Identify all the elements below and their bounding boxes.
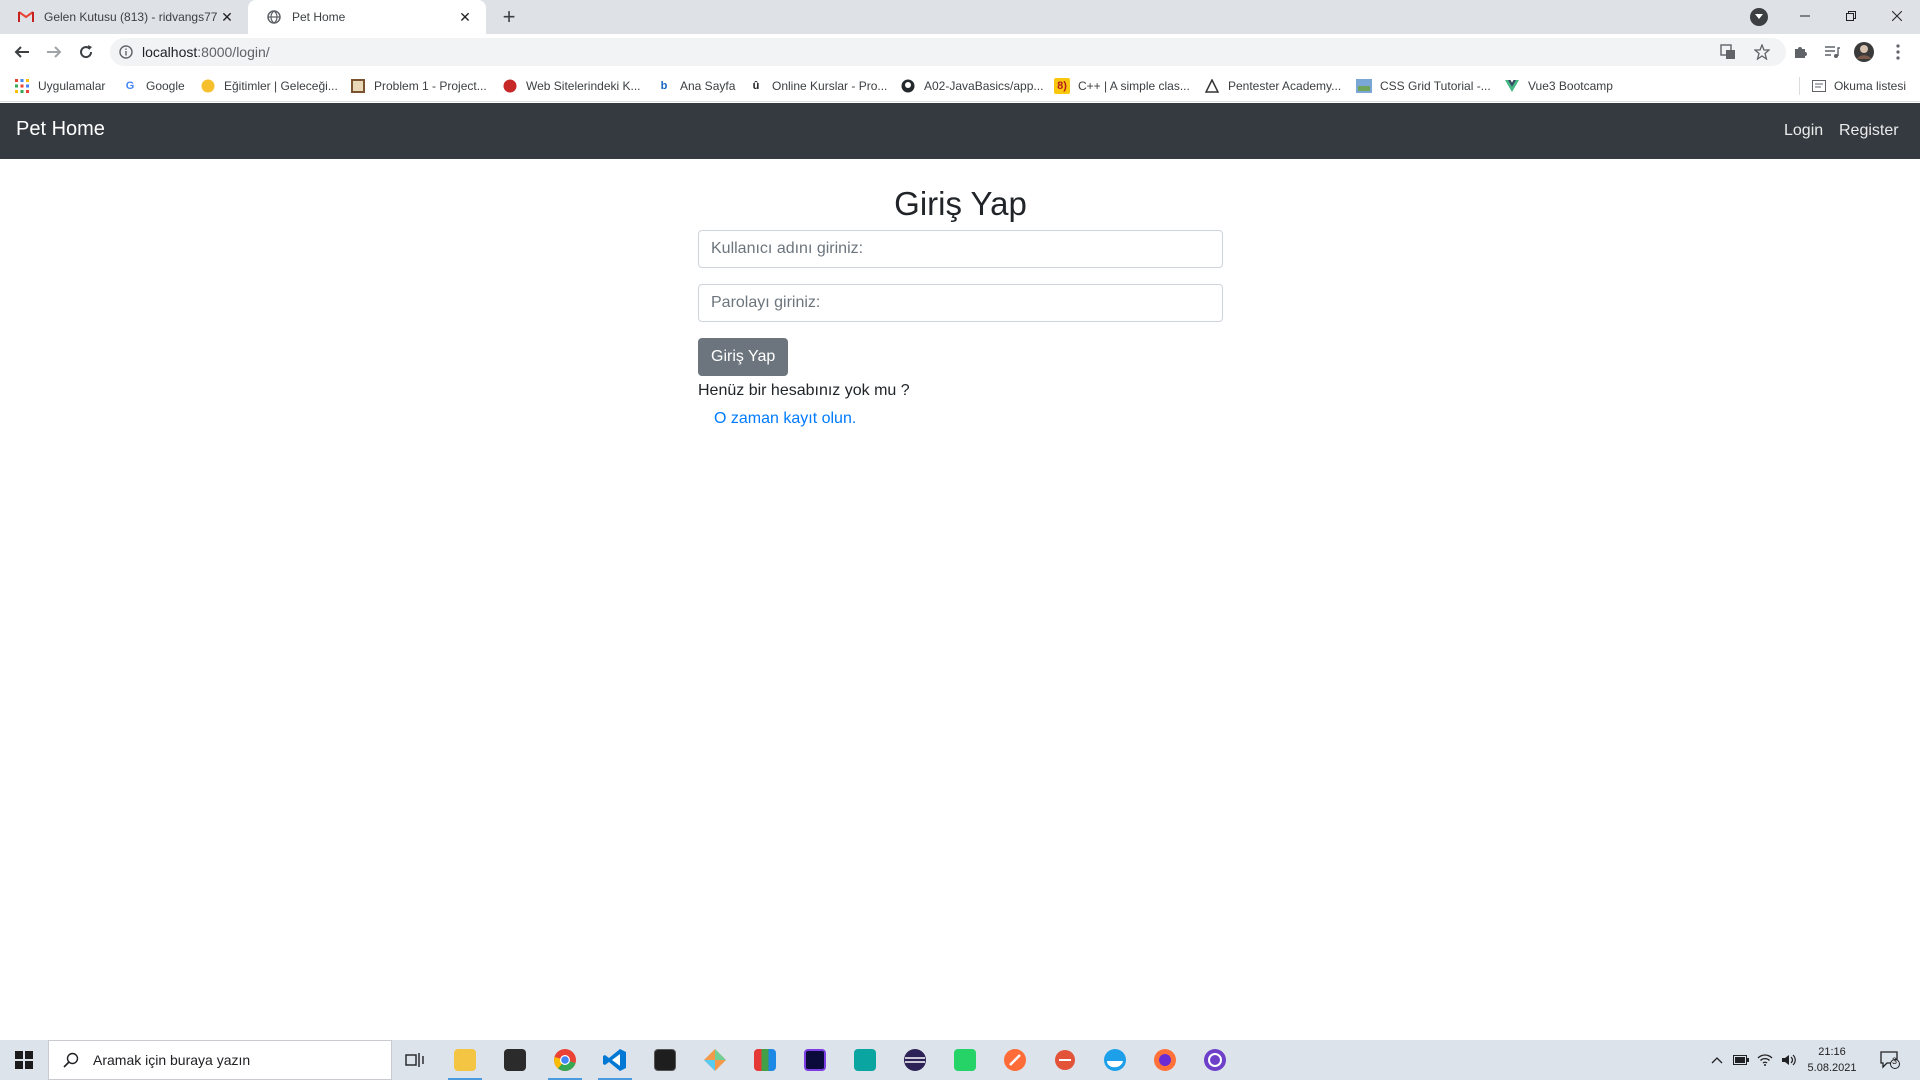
bolt-app-icon[interactable]	[842, 1040, 888, 1080]
app-navbar: Pet Home Login Register	[0, 103, 1920, 159]
new-tab-plus-icon[interactable]: +	[497, 4, 521, 29]
login-form: Giriş Yap Giriş Yap Henüz bir hesabınız …	[698, 180, 1223, 428]
translate-icon[interactable]	[1716, 40, 1740, 64]
extensions-puzzle-icon[interactable]	[1788, 40, 1812, 64]
site-info-icon[interactable]	[118, 44, 134, 60]
windows-taskbar: Aramak için buraya yazın 21:16 5.08.2021…	[0, 1040, 1920, 1080]
bookmark-item[interactable]: 8) C++ | A simple clas...	[1054, 76, 1190, 96]
udemy-icon: û	[752, 80, 760, 92]
tab-search-icon[interactable]	[1750, 8, 1768, 26]
gmail-icon	[18, 9, 34, 25]
red-mask-icon	[502, 78, 518, 94]
bookmark-item[interactable]: Vue3 Bootcamp	[1504, 76, 1613, 96]
globe-icon	[266, 9, 282, 25]
url-path: :8000/login/	[197, 44, 270, 60]
docker-icon[interactable]	[1092, 1040, 1138, 1080]
pentester-icon	[1204, 78, 1220, 94]
tab-gmail[interactable]: Gelen Kutusu (813) - ridvangs77@ ✕	[0, 0, 248, 34]
vscode-icon[interactable]	[592, 1040, 638, 1080]
reading-list-icon	[1811, 79, 1826, 93]
nav-login-link[interactable]: Login	[1784, 122, 1823, 140]
minimize-icon[interactable]	[1782, 0, 1828, 32]
login-submit-button[interactable]: Giriş Yap	[698, 338, 789, 376]
firefox-icon[interactable]	[1142, 1040, 1188, 1080]
bookmark-item[interactable]: A02-JavaBasics/app...	[900, 76, 1043, 96]
battery-icon[interactable]	[1730, 1040, 1752, 1080]
image-icon	[1356, 78, 1372, 94]
bookmark-item[interactable]: Web Sitelerindeki K...	[502, 76, 641, 96]
smile-icon	[200, 78, 216, 94]
brand-link[interactable]: Pet Home	[16, 118, 105, 141]
postman-icon[interactable]	[992, 1040, 1038, 1080]
bookmark-item[interactable]: Uygulamalar	[14, 76, 105, 96]
divider	[1798, 77, 1800, 95]
clock-date: 5.08.2021	[1807, 1062, 1857, 1074]
wifi-icon[interactable]	[1754, 1040, 1776, 1080]
store-icon[interactable]	[492, 1040, 538, 1080]
browser-toolbar: localhost:8000/login/	[0, 34, 1920, 70]
bookmark-item[interactable]: Pentester Academy...	[1204, 76, 1341, 96]
close-window-icon[interactable]	[1874, 0, 1920, 32]
intellij-icon[interactable]	[792, 1040, 838, 1080]
address-bar[interactable]: localhost:8000/login/	[110, 38, 1786, 66]
browser-tab-strip: Gelen Kutusu (813) - ridvangs77@ ✕ Pet H…	[0, 0, 1920, 34]
file-explorer-icon[interactable]	[442, 1040, 488, 1080]
forward-arrow-icon[interactable]	[42, 40, 66, 64]
apps-grid-icon	[14, 78, 30, 94]
tab-pet-home[interactable]: Pet Home ✕	[248, 0, 486, 34]
page-title: Giriş Yap	[894, 185, 1027, 222]
volume-icon[interactable]	[1778, 1040, 1800, 1080]
username-input[interactable]	[698, 230, 1223, 268]
btk-icon: b	[660, 80, 668, 92]
media-queue-icon[interactable]	[1820, 40, 1844, 64]
bookmarks-bar: Uygulamalar G Google Eğitimler | Geleceğ…	[0, 70, 1920, 102]
close-tab-icon[interactable]: ✕	[218, 8, 236, 26]
browser-menu-icon[interactable]	[1886, 40, 1910, 64]
google-icon: G	[125, 80, 135, 92]
yellow-8-icon: 8)	[1054, 78, 1070, 94]
github-desktop-icon[interactable]	[1192, 1040, 1238, 1080]
bookmark-item[interactable]: û Online Kurslar - Pro...	[748, 76, 888, 96]
close-tab-icon[interactable]: ✕	[456, 8, 474, 26]
vue-icon	[1504, 78, 1520, 94]
back-arrow-icon[interactable]	[10, 40, 34, 64]
github-icon	[900, 78, 916, 94]
bookmark-item[interactable]: b Ana Sayfa	[656, 76, 736, 96]
tab-title: Pet Home	[292, 10, 346, 24]
taskbar-search-input[interactable]: Aramak için buraya yazın	[48, 1040, 392, 1080]
notification-center-icon[interactable]: 3	[1870, 1040, 1910, 1080]
windows-start-icon[interactable]	[0, 1040, 48, 1080]
chrome-icon[interactable]	[542, 1040, 588, 1080]
terminal-icon[interactable]	[642, 1040, 688, 1080]
profile-avatar[interactable]	[1852, 40, 1876, 64]
task-view-icon[interactable]	[392, 1040, 438, 1080]
no-account-text: Henüz bir hesabınız yok mu ?	[698, 382, 910, 399]
eclipse-icon[interactable]	[892, 1040, 938, 1080]
notification-count: 3	[1892, 1056, 1898, 1066]
register-link[interactable]: O zaman kayıt olun.	[714, 410, 1223, 428]
search-icon	[63, 1052, 79, 1068]
pe-icon	[350, 78, 366, 94]
kite-icon[interactable]	[692, 1040, 738, 1080]
chevron-up-icon[interactable]	[1706, 1040, 1728, 1080]
nav-register-link[interactable]: Register	[1839, 122, 1899, 140]
scratch-icon[interactable]	[1042, 1040, 1088, 1080]
reading-list[interactable]: Okuma listesi	[1798, 76, 1906, 96]
password-input[interactable]	[698, 284, 1223, 322]
clock-time: 21:16	[1818, 1046, 1846, 1058]
bookmark-item[interactable]: CSS Grid Tutorial -...	[1356, 76, 1491, 96]
restore-icon[interactable]	[1828, 0, 1874, 32]
bookmark-item[interactable]: G Google	[122, 76, 185, 96]
bookmark-star-icon[interactable]	[1750, 40, 1774, 64]
taskbar-clock[interactable]: 21:16 5.08.2021	[1800, 1044, 1864, 1076]
reload-icon[interactable]	[74, 40, 98, 64]
tab-title: Gelen Kutusu (813) - ridvangs77@	[44, 10, 218, 24]
winrar-icon[interactable]	[742, 1040, 788, 1080]
bookmark-item[interactable]: Problem 1 - Project...	[350, 76, 487, 96]
whatsapp-icon[interactable]	[942, 1040, 988, 1080]
bookmark-item[interactable]: Eğitimler | Geleceği...	[200, 76, 338, 96]
url-host: localhost	[142, 44, 198, 60]
